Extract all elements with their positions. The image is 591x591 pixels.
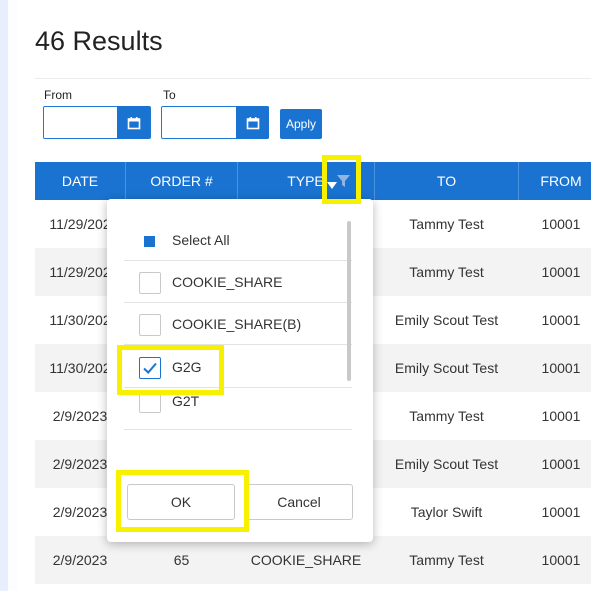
calendar-icon bbox=[127, 116, 140, 129]
option-checkbox[interactable] bbox=[139, 314, 161, 336]
filter-option-label: COOKIE_SHARE(B) bbox=[172, 316, 302, 332]
cell-from: 10001 bbox=[541, 360, 581, 376]
left-edge-fade bbox=[8, 0, 18, 591]
cell-to: Tammy Test bbox=[409, 216, 484, 232]
cell-to: Tammy Test bbox=[409, 408, 484, 424]
cell-to: Taylor Swift bbox=[410, 504, 483, 520]
column-header-date[interactable]: DATE bbox=[35, 162, 125, 200]
filter-option-label: COOKIE_SHARE bbox=[172, 274, 283, 290]
partial-check-indicator bbox=[144, 236, 155, 247]
cell-order: 65 bbox=[173, 552, 190, 568]
g2g-option-highlight bbox=[117, 345, 224, 395]
cell-from: 10001 bbox=[541, 552, 581, 568]
filter-icon-highlight bbox=[322, 155, 361, 204]
cell-to: Tammy Test bbox=[409, 552, 484, 568]
table-header: DATE ORDER # TYPE TO FROM bbox=[35, 162, 591, 200]
from-label: From bbox=[44, 88, 72, 102]
cell-from: 10001 bbox=[541, 312, 581, 328]
cell-to: Emily Scout Test bbox=[394, 360, 499, 376]
cell-from: 10001 bbox=[541, 504, 581, 520]
option-checkbox[interactable] bbox=[139, 272, 161, 294]
cell-from: 10001 bbox=[541, 264, 581, 280]
filter-option-select-all[interactable]: Select All bbox=[124, 220, 352, 261]
cell-from: 10001 bbox=[541, 408, 581, 424]
page-title: 46 Results bbox=[35, 26, 163, 56]
to-calendar-button[interactable] bbox=[236, 106, 269, 139]
apply-button[interactable]: Apply bbox=[280, 109, 322, 139]
filter-list-scrollbar[interactable] bbox=[347, 221, 351, 381]
to-label: To bbox=[163, 88, 176, 102]
cell-to: Tammy Test bbox=[409, 264, 484, 280]
filter-option-g2t[interactable]: G2T bbox=[124, 389, 352, 430]
cell-from: 10001 bbox=[541, 456, 581, 472]
left-edge-strip bbox=[0, 0, 8, 591]
cell-type: COOKIE_SHARE bbox=[250, 552, 362, 568]
column-divider bbox=[237, 162, 238, 200]
title-divider bbox=[35, 78, 591, 79]
column-header-order[interactable]: ORDER # bbox=[126, 162, 237, 200]
filter-option-label: G2T bbox=[172, 393, 200, 409]
filter-option-label: Select All bbox=[172, 232, 230, 248]
column-header-from[interactable]: FROM bbox=[519, 162, 591, 200]
cell-date: 2/9/2023 bbox=[52, 552, 108, 568]
cell-to: Emily Scout Test bbox=[394, 456, 499, 472]
table-row[interactable]: 2/9/2023 65 COOKIE_SHARE Tammy Test 1000… bbox=[35, 536, 591, 584]
filter-option-cookie-share-b[interactable]: COOKIE_SHARE(B) bbox=[124, 304, 352, 345]
select-all-checkbox[interactable] bbox=[139, 230, 161, 252]
calendar-icon bbox=[246, 116, 259, 129]
from-calendar-button[interactable] bbox=[117, 106, 150, 139]
cell-to: Emily Scout Test bbox=[394, 312, 499, 328]
cancel-button[interactable]: Cancel bbox=[245, 484, 353, 520]
ok-button-highlight bbox=[116, 470, 249, 532]
column-header-to[interactable]: TO bbox=[375, 162, 518, 200]
cell-from: 10001 bbox=[541, 216, 581, 232]
filter-option-cookie-share[interactable]: COOKIE_SHARE bbox=[124, 262, 352, 303]
